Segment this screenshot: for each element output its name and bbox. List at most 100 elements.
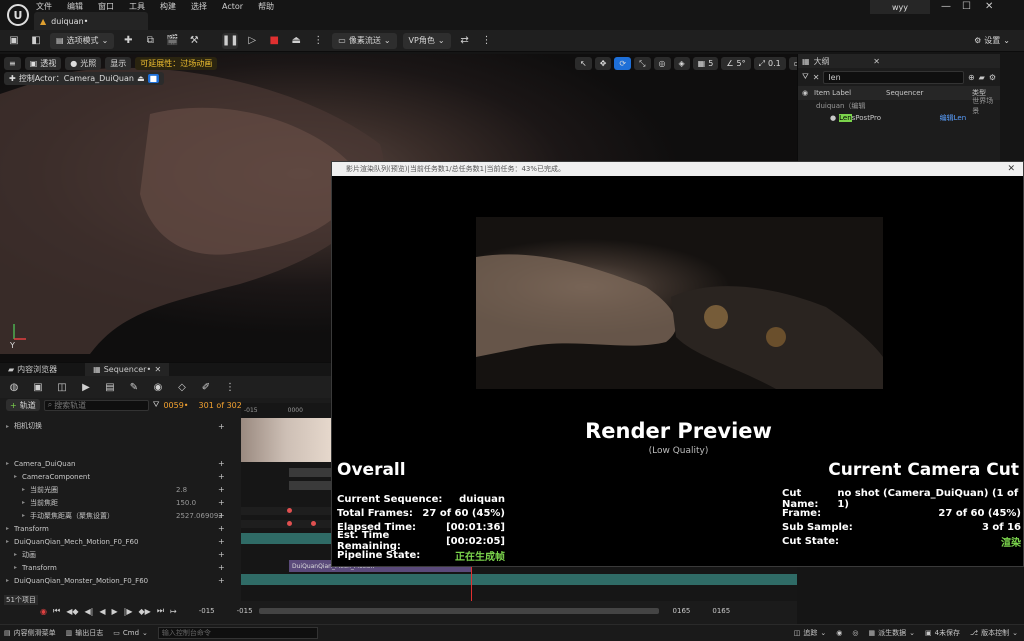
settings-button[interactable]: ⚙ 设置 ⌄: [968, 33, 1016, 49]
add-track-button[interactable]: + 轨道: [6, 399, 40, 411]
section-bar[interactable]: [289, 481, 331, 490]
gear-icon[interactable]: ⚙: [989, 73, 996, 82]
add-key-icon[interactable]: +: [218, 576, 240, 585]
view-end[interactable]: 0165: [712, 607, 730, 615]
viewport-menu-button[interactable]: ≡: [4, 57, 21, 70]
angle-snap[interactable]: ∠ 5°: [721, 57, 751, 70]
filter-icon[interactable]: ⛛: [802, 72, 809, 82]
menu-file[interactable]: 文件: [36, 1, 52, 12]
next-key-icon[interactable]: ◆▶: [139, 607, 151, 616]
expand-arrow-icon[interactable]: ▸: [22, 499, 30, 506]
console-input[interactable]: 输入控制台命令: [157, 627, 318, 639]
outliner-tab[interactable]: ▦ 大纲 ✕: [798, 54, 1000, 68]
translate-tool-icon[interactable]: ✥: [594, 57, 612, 70]
render-window-titlebar[interactable]: 影片渲染队列(预览)|当前任务数1/总任务数1|当前任务：43%已完成。 ✕: [332, 162, 1023, 176]
scale-tool-icon[interactable]: ⤡: [634, 57, 651, 70]
add-key-icon[interactable]: +: [218, 459, 240, 468]
camera-speed[interactable]: ▭1: [788, 57, 797, 70]
play-start[interactable]: -015: [237, 607, 253, 615]
add-key-icon[interactable]: +: [218, 550, 240, 559]
add-actor-icon[interactable]: ✚: [120, 33, 136, 49]
lit-button[interactable]: ● 光照: [65, 57, 102, 70]
menu-select[interactable]: 选择: [191, 1, 207, 12]
blueprint-icon[interactable]: ⧉: [142, 33, 158, 49]
camera-icon[interactable]: ◎: [852, 629, 858, 637]
sequencer-track[interactable]: ▸ DuiQuanQian_Monster_Motion_F0_F60 +: [0, 574, 240, 587]
derived-data-button[interactable]: ▦ 派生数据 ⌄: [868, 628, 915, 638]
add-key-icon[interactable]: +: [218, 563, 240, 572]
expand-arrow-icon[interactable]: ▸: [6, 577, 14, 584]
sequencer-track[interactable]: ▸ 当前光圈 2.8 +: [0, 483, 240, 496]
minimize-icon[interactable]: —: [941, 1, 951, 12]
expand-arrow-icon[interactable]: ▸: [22, 512, 30, 519]
sequencer-tab[interactable]: ▦ Sequencer• ✕: [85, 363, 170, 376]
render-icon[interactable]: ▶: [78, 379, 94, 395]
track-value[interactable]: 150.0: [176, 499, 218, 507]
track-value[interactable]: 2527.069092: [176, 512, 223, 520]
snap-icon[interactable]: ◇: [174, 379, 190, 395]
folder-icon[interactable]: ▰: [979, 73, 985, 82]
scale-snap[interactable]: ⤢ 0.1: [753, 57, 786, 70]
add-filter-icon[interactable]: ⊕: [968, 73, 975, 82]
unsaved-button[interactable]: ▣ 4未保存: [925, 628, 960, 638]
play-icon[interactable]: ▶: [112, 607, 118, 616]
sequencer-track[interactable]: ▸ 当前焦距 150.0 +: [0, 496, 240, 509]
record-icon[interactable]: ◉: [40, 607, 47, 616]
camera-cut-thumbnail[interactable]: [241, 418, 331, 462]
cmd-dropdown[interactable]: ▭ Cmd ⌄: [113, 629, 148, 637]
curve-icon[interactable]: ✐: [198, 379, 214, 395]
camera-icon[interactable]: ◫: [54, 379, 70, 395]
output-log-button[interactable]: ▥ 输出日志: [66, 628, 104, 638]
film-icon[interactable]: ▤: [102, 379, 118, 395]
sequencer-track[interactable]: ▸ DuiQuanQian_Mech_Motion_F0_F60 +: [0, 535, 240, 548]
track-value[interactable]: 2.8: [176, 486, 218, 494]
outliner-row-type[interactable]: 编辑Len: [940, 113, 967, 123]
perspective-button[interactable]: ▣ 透视: [24, 57, 62, 70]
expand-arrow-icon[interactable]: ▸: [14, 473, 22, 480]
add-key-icon[interactable]: +: [218, 485, 240, 494]
col-sequencer[interactable]: Sequencer: [886, 89, 972, 97]
close-icon[interactable]: ✕: [154, 365, 161, 374]
menu-tools[interactable]: 工具: [129, 1, 145, 12]
stop-icon[interactable]: ■: [266, 33, 282, 49]
col-item-label[interactable]: Item Label: [814, 89, 886, 97]
version-control-button[interactable]: ⎇ 版本控制 ⌄: [970, 628, 1018, 638]
keyframe[interactable]: [311, 521, 316, 526]
more-icon[interactable]: ⋮: [310, 33, 326, 49]
grid-snap[interactable]: ▦ 5: [692, 57, 719, 70]
eye-icon[interactable]: ◉: [150, 379, 166, 395]
menu-edit[interactable]: 编辑: [67, 1, 83, 12]
add-key-icon[interactable]: +: [218, 524, 240, 533]
sequencer-track[interactable]: ▸ Transform +: [0, 561, 240, 574]
close-icon[interactable]: ✕: [873, 57, 880, 66]
more-icon[interactable]: ⋮: [479, 33, 495, 49]
pause-icon[interactable]: ❚❚: [222, 32, 239, 49]
expand-arrow-icon[interactable]: ▸: [6, 460, 14, 467]
play-reverse-icon[interactable]: ◀: [99, 607, 105, 616]
content-icon[interactable]: ◧: [28, 33, 44, 49]
level-tab[interactable]: ▲ duiquan•: [34, 12, 148, 30]
keyframe[interactable]: [287, 508, 292, 513]
content-drawer-button[interactable]: ▤ 内容侧滑菜单: [4, 628, 56, 638]
expand-arrow-icon[interactable]: ▸: [22, 486, 30, 493]
clear-search-icon[interactable]: ✕: [813, 73, 820, 82]
pixel-stream-dropdown[interactable]: ▭ 像素流送 ⌄: [332, 32, 397, 49]
modes-icon[interactable]: ⚒: [186, 33, 202, 49]
expand-arrow-icon[interactable]: ▸: [6, 538, 14, 545]
trace-button[interactable]: ◫ 追踪 ⌄: [794, 628, 827, 638]
user-box[interactable]: wyy: [870, 0, 930, 14]
sequencer-track[interactable]: ▸ Transform +: [0, 522, 240, 535]
step-back-icon[interactable]: ◀|: [85, 607, 94, 616]
section-bar[interactable]: [289, 468, 331, 477]
go-end-icon[interactable]: ⏭: [157, 606, 164, 616]
menu-help[interactable]: 帮助: [258, 1, 274, 12]
step-icon[interactable]: ▷: [244, 33, 260, 49]
outliner-row[interactable]: duiquan（编辑 世界场景: [798, 97, 1000, 115]
pilot-actor-label[interactable]: ✚ 控制Actor：Camera_DuiQuan ⏏ ■: [4, 72, 165, 85]
rotate-tool-icon[interactable]: ⟳: [614, 57, 632, 70]
filter-icon[interactable]: ⛛: [153, 400, 160, 410]
add-key-icon[interactable]: +: [218, 511, 240, 520]
select-tool-icon[interactable]: ↖: [575, 57, 592, 70]
timeline-scrollbar[interactable]: [258, 608, 659, 614]
keyframe[interactable]: [287, 521, 292, 526]
